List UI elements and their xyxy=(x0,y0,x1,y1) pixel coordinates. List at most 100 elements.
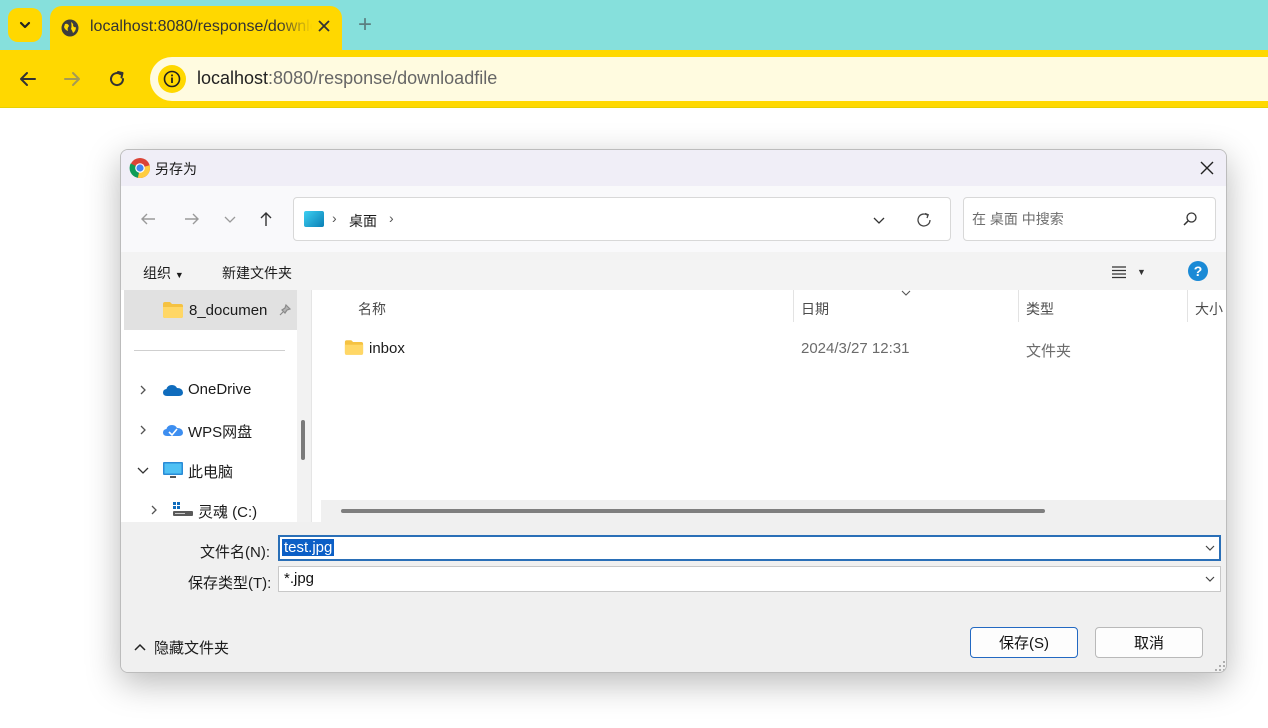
nav-divider xyxy=(134,350,285,351)
browser-toolbar: localhost:8080/response/downloadfile xyxy=(0,50,1268,108)
dialog-title: 另存为 xyxy=(155,161,197,177)
organize-label: 组织 xyxy=(143,265,171,281)
file-name: inbox xyxy=(369,340,405,357)
organize-menu-button[interactable]: 组织 ▼ xyxy=(143,263,184,283)
nav-item-pinned-folder[interactable]: 8_documen xyxy=(124,290,297,330)
filetype-select[interactable]: *.jpg xyxy=(278,566,1221,592)
caret-down-icon: ▼ xyxy=(174,270,184,280)
chevron-down-icon xyxy=(873,217,885,224)
help-icon[interactable]: ? xyxy=(1188,261,1208,281)
search-icon[interactable] xyxy=(1180,209,1200,229)
arrow-up-icon xyxy=(260,212,272,226)
nav-item-label: 此电脑 xyxy=(188,464,234,481)
site-info-icon[interactable] xyxy=(158,65,186,93)
search-input[interactable] xyxy=(972,208,1172,230)
filename-label: 文件名(N): xyxy=(200,544,270,561)
reload-button[interactable] xyxy=(102,64,132,94)
breadcrumb-desktop[interactable]: 桌面 xyxy=(349,211,377,231)
horizontal-scrollbar[interactable] xyxy=(321,500,1226,522)
dialog-forward-button[interactable] xyxy=(179,206,205,232)
pane-splitter[interactable] xyxy=(311,290,321,522)
monitor-icon xyxy=(163,462,183,478)
chevron-down-icon[interactable] xyxy=(1204,542,1216,554)
forward-button[interactable] xyxy=(57,64,87,94)
back-button[interactable] xyxy=(13,64,43,94)
arrow-left-icon xyxy=(141,213,155,225)
nav-item-drive-c[interactable]: 灵魂 (C:) xyxy=(121,496,297,524)
scrollbar-thumb[interactable] xyxy=(301,420,305,460)
globe-icon xyxy=(61,19,79,37)
refresh-icon xyxy=(917,212,931,227)
file-list: 名称 日期 类型 大小 inbox 2024/3/27 12:31 文件夹 xyxy=(321,290,1226,522)
nav-item-label: 8_documen xyxy=(189,302,268,319)
dialog-back-button[interactable] xyxy=(135,206,161,232)
arrow-left-icon xyxy=(20,72,36,86)
wps-cloud-icon xyxy=(163,425,183,437)
filetype-label: 保存类型(T): xyxy=(188,575,272,592)
nav-item-label: 灵魂 (C:) xyxy=(198,504,258,521)
close-icon xyxy=(318,20,330,32)
nav-item-this-pc[interactable]: 此电脑 xyxy=(121,456,297,484)
scrollbar-thumb[interactable] xyxy=(341,509,1045,513)
new-folder-button[interactable]: 新建文件夹 xyxy=(222,263,292,283)
address-url[interactable]: localhost:8080/response/downloadfile xyxy=(197,68,497,89)
tab-search-button[interactable] xyxy=(8,8,42,42)
caret-down-icon: ▼ xyxy=(1137,267,1146,277)
filename-input[interactable]: test.jpg xyxy=(282,539,335,556)
chevron-right-icon[interactable] xyxy=(148,504,160,516)
filetype-value: *.jpg xyxy=(284,570,315,587)
command-bar: 组织 ▼ 新建文件夹 ▼ ? xyxy=(121,252,1226,290)
address-history-button[interactable] xyxy=(868,209,890,231)
recent-locations-button[interactable] xyxy=(217,206,243,232)
search-box[interactable] xyxy=(963,197,1216,241)
nav-item-wps-cloud[interactable]: WPS网盘 xyxy=(121,416,297,444)
details-view-icon xyxy=(1112,266,1126,279)
hide-folders-label: 隐藏文件夹 xyxy=(154,640,230,657)
new-tab-button[interactable]: + xyxy=(352,12,378,38)
up-folder-button[interactable] xyxy=(253,206,279,232)
save-button[interactable]: 保存(S) xyxy=(970,627,1078,658)
column-divider[interactable] xyxy=(1018,290,1019,322)
column-header-type[interactable]: 类型 xyxy=(1026,299,1054,319)
column-divider[interactable] xyxy=(793,290,794,322)
resize-grip-icon[interactable] xyxy=(1214,660,1226,672)
refresh-button[interactable] xyxy=(912,208,936,232)
browser-tab[interactable]: localhost:8080/response/downloadfile xyxy=(50,6,342,50)
file-date: 2024/3/27 12:31 xyxy=(801,340,910,357)
chevron-right-icon[interactable]: › xyxy=(389,210,394,226)
breadcrumb-bar[interactable]: › 桌面 › xyxy=(293,197,951,241)
drive-icon xyxy=(173,502,193,516)
column-header-date[interactable]: 日期 xyxy=(801,299,829,319)
folder-icon xyxy=(163,302,183,318)
column-header-size[interactable]: 大小 xyxy=(1195,299,1223,319)
browser-tabstrip: localhost:8080/response/downloadfile + xyxy=(0,0,1268,50)
address-bar[interactable]: localhost:8080/response/downloadfile xyxy=(150,57,1268,101)
chevron-down-icon xyxy=(224,216,236,223)
file-row[interactable]: inbox 2024/3/27 12:31 文件夹 xyxy=(321,335,1226,363)
chevron-down-icon[interactable] xyxy=(137,464,149,476)
pin-icon xyxy=(279,304,291,316)
chevron-right-icon[interactable] xyxy=(137,384,149,396)
filename-combobox[interactable]: test.jpg xyxy=(278,535,1221,561)
dialog-close-button[interactable] xyxy=(1195,156,1219,180)
dialog-footer: 隐藏文件夹 保存(S) 取消 xyxy=(121,602,1226,672)
navigation-pane: 8_documen OneDrive WPS网盘 此电脑 灵魂 (C:) xyxy=(121,290,311,522)
chevron-down-icon[interactable] xyxy=(1204,573,1216,585)
folder-icon xyxy=(344,340,364,355)
desktop-icon xyxy=(304,211,324,227)
view-options-button[interactable]: ▼ xyxy=(1111,262,1155,282)
dialog-navigation-row: › 桌面 › xyxy=(121,186,1226,252)
nav-scrollbar[interactable] xyxy=(297,290,311,522)
save-as-dialog: 另存为 › 桌面 › 在 桌面 中搜索 组织 ▼ 新建文件夹 ▼ ? 8_doc… xyxy=(120,149,1227,673)
column-divider[interactable] xyxy=(1187,290,1188,322)
tab-title: localhost:8080/response/downloadfile xyxy=(90,18,312,35)
nav-item-onedrive[interactable]: OneDrive xyxy=(121,376,297,404)
close-icon xyxy=(1200,161,1214,175)
cancel-button[interactable]: 取消 xyxy=(1095,627,1203,658)
chevron-right-icon[interactable] xyxy=(137,424,149,436)
reload-icon xyxy=(110,71,125,87)
tab-close-button[interactable] xyxy=(312,14,336,38)
column-header-name[interactable]: 名称 xyxy=(358,299,386,319)
chevron-down-icon xyxy=(19,21,31,29)
hide-folders-toggle[interactable]: 隐藏文件夹 xyxy=(134,637,229,658)
